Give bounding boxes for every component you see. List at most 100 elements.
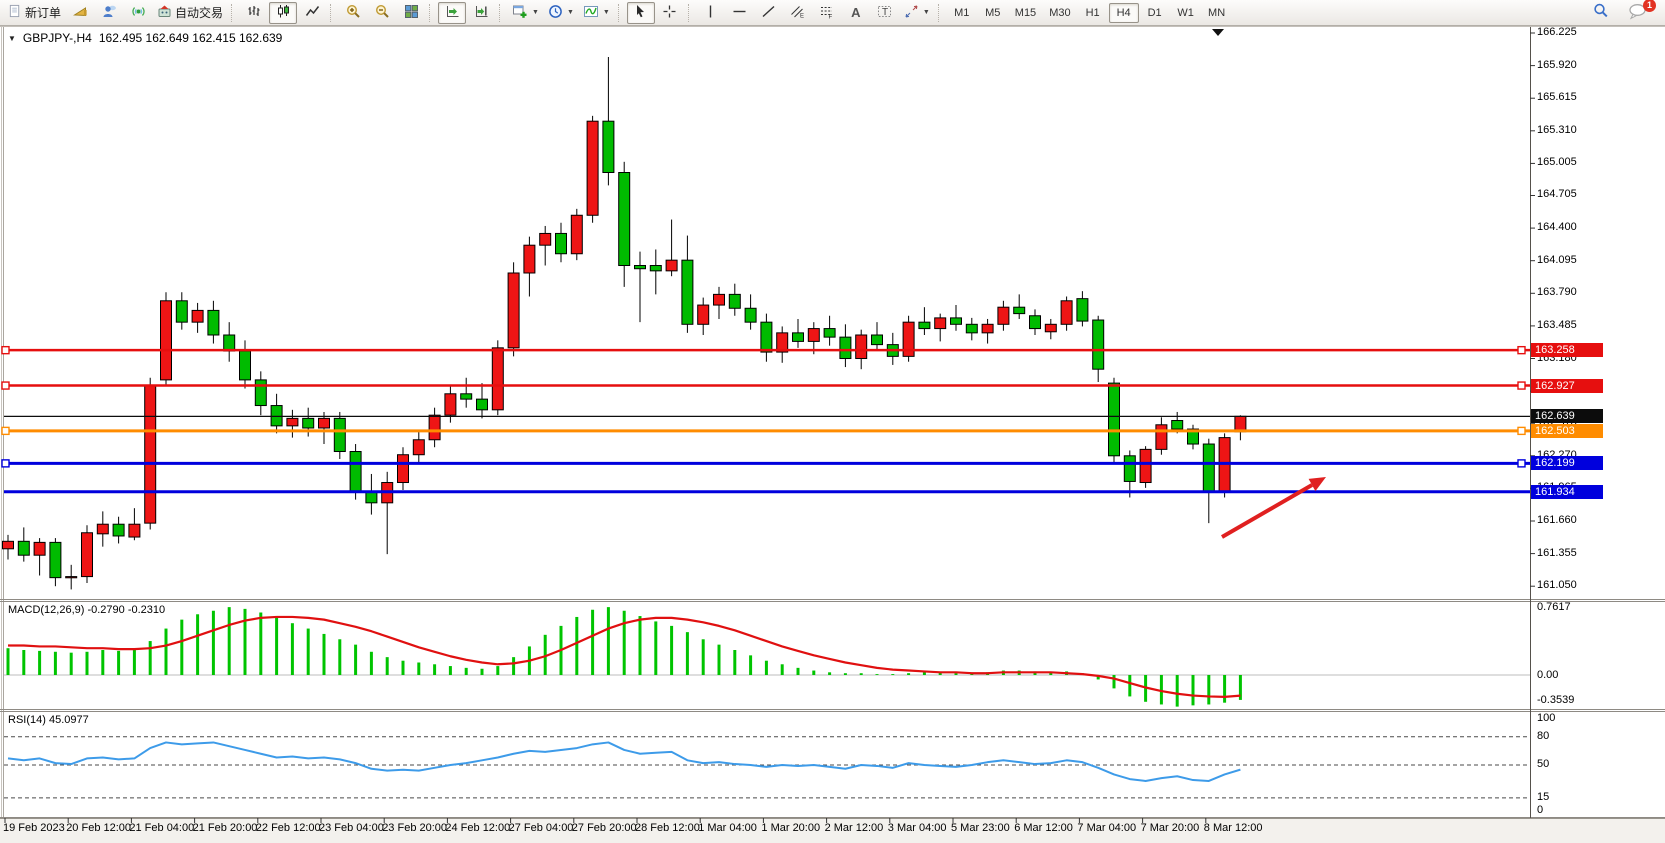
zoom-out-button[interactable]: [368, 2, 396, 24]
new-order-button[interactable]: 新订单: [4, 2, 65, 24]
timeframe-button-w1[interactable]: W1: [1171, 3, 1201, 23]
candle-body: [571, 215, 582, 253]
periods-icon: [548, 4, 563, 22]
candle-body: [1077, 299, 1088, 321]
timeframe-button-h4[interactable]: H4: [1109, 3, 1139, 23]
chart-shift-button[interactable]: [467, 2, 495, 24]
time-axis-label: 8 Mar 12:00: [1204, 822, 1263, 834]
candle: [903, 316, 914, 362]
fibonacci-button[interactable]: F: [813, 2, 841, 24]
search-button[interactable]: [1587, 2, 1615, 24]
vertical-line-button[interactable]: [697, 2, 725, 24]
timeframe-button-m1[interactable]: M1: [947, 3, 977, 23]
candle-body: [714, 294, 725, 305]
notifications-button[interactable]: 1: [1623, 2, 1651, 24]
chart-shift-marker[interactable]: [1212, 29, 1224, 36]
trendline-button[interactable]: [755, 2, 783, 24]
timeframe-button-m15[interactable]: M15: [1009, 3, 1042, 23]
price-axis-label: 161.050: [1537, 579, 1577, 591]
new-chart-button[interactable]: ▼: [508, 2, 543, 24]
candle: [1109, 378, 1120, 465]
price-axis-label: 164.400: [1537, 221, 1577, 233]
candle-body: [872, 335, 883, 345]
level-handle[interactable]: [2, 460, 9, 467]
candle: [161, 292, 172, 385]
candle: [919, 307, 930, 335]
cursor-button[interactable]: [627, 2, 655, 24]
candle: [240, 340, 251, 388]
candle-body: [50, 542, 61, 577]
timeframe-button-m5[interactable]: M5: [978, 3, 1008, 23]
time-axis-label: 21 Feb 04:00: [129, 822, 194, 834]
announcement-button[interactable]: [66, 2, 94, 24]
rsi-axis-label: 100: [1537, 712, 1555, 724]
candle-body: [540, 233, 551, 245]
candle-body: [477, 399, 488, 410]
timeframe-button-d1[interactable]: D1: [1140, 3, 1170, 23]
price-axis-label: 164.095: [1537, 254, 1577, 266]
candle: [97, 511, 108, 546]
candle: [382, 472, 393, 554]
candle-body: [682, 260, 693, 324]
candle-body: [1014, 307, 1025, 313]
auto-scroll-button[interactable]: [438, 2, 466, 24]
chart-canvas[interactable]: [0, 0, 1665, 842]
search-icon: [1593, 3, 1609, 22]
crosshair-button[interactable]: [656, 2, 684, 24]
svg-text:F: F: [829, 14, 833, 19]
level-handle[interactable]: [2, 382, 9, 389]
candle: [935, 314, 946, 342]
candle-body: [129, 524, 140, 537]
time-axis-label: 2 Mar 12:00: [825, 822, 884, 834]
time-axis-label: 23 Feb 20:00: [382, 822, 447, 834]
candlestick-chart-button[interactable]: [269, 2, 297, 24]
level-handle[interactable]: [2, 427, 9, 434]
level-handle[interactable]: [1518, 427, 1525, 434]
tile-windows-button[interactable]: [397, 2, 425, 24]
equidistant-channel-button[interactable]: E: [784, 2, 812, 24]
periods-button[interactable]: ▼: [544, 2, 578, 24]
candle: [429, 408, 440, 448]
candle-body: [334, 418, 345, 451]
candle: [1030, 309, 1041, 335]
candle-body: [271, 406, 282, 426]
signals-button[interactable]: [124, 2, 152, 24]
candle: [192, 303, 203, 333]
text-label-button[interactable]: T: [871, 2, 899, 24]
account-button[interactable]: [95, 2, 123, 24]
chevron-down-icon[interactable]: ▼: [8, 34, 16, 43]
candle: [698, 298, 709, 335]
timeframe-button-mn[interactable]: MN: [1202, 3, 1232, 23]
chart-shift-icon: [474, 4, 489, 22]
line-chart-button[interactable]: [298, 2, 326, 24]
candle-body: [856, 335, 867, 359]
candle: [1188, 425, 1199, 450]
rsi-indicator-label: RSI(14) 45.0977: [8, 714, 89, 726]
candle-body: [413, 440, 424, 455]
zoom-in-button[interactable]: [339, 2, 367, 24]
candle: [34, 538, 45, 575]
level-handle[interactable]: [1518, 460, 1525, 467]
arrows-button[interactable]: ▼: [900, 2, 934, 24]
timeframe-button-m30[interactable]: M30: [1043, 3, 1076, 23]
candle-body: [919, 322, 930, 328]
level-handle[interactable]: [1518, 382, 1525, 389]
candle-body: [82, 533, 93, 577]
account-icon: [102, 4, 117, 22]
level-handle[interactable]: [2, 347, 9, 354]
indicators-icon: [583, 4, 599, 22]
candle-body: [18, 541, 29, 555]
candle-body: [1030, 316, 1041, 329]
horizontal-line-button[interactable]: [726, 2, 754, 24]
text-button[interactable]: A: [842, 2, 870, 24]
indicators-button[interactable]: ▼: [579, 2, 614, 24]
timeframe-button-h1[interactable]: H1: [1078, 3, 1108, 23]
price-level-badge: 163.258: [1531, 343, 1603, 357]
auto-trading-button[interactable]: 自动交易: [153, 2, 227, 24]
bar-chart-button[interactable]: [240, 2, 268, 24]
new-order-icon: [8, 4, 22, 21]
level-handle[interactable]: [1518, 347, 1525, 354]
candle: [1219, 433, 1230, 497]
candle: [508, 262, 519, 356]
price-level-badge: 162.199: [1531, 456, 1603, 470]
